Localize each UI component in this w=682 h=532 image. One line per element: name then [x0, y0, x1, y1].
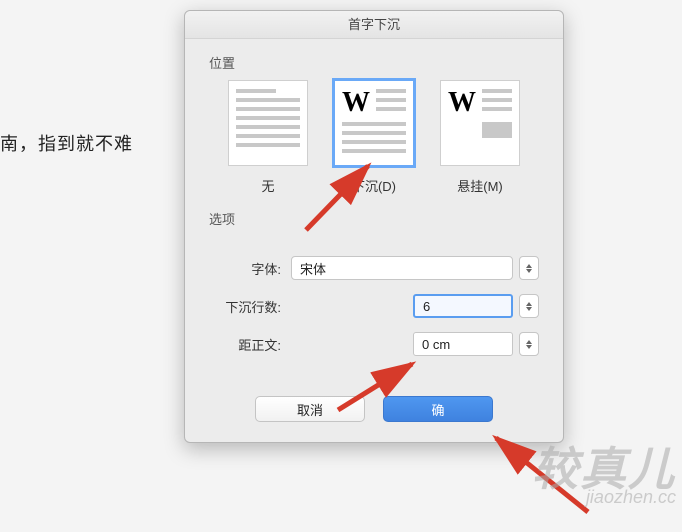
distance-row: 距正文: 0 cm — [209, 332, 539, 356]
font-row: 字体: 宋体 — [209, 256, 539, 280]
distance-stepper[interactable] — [519, 332, 539, 356]
distance-label: 距正文: — [209, 335, 285, 354]
lines-row: 下沉行数: 6 — [209, 294, 539, 318]
section-options-label: 选项 — [209, 209, 563, 228]
ok-button[interactable]: 确 — [383, 396, 493, 422]
lines-input[interactable]: 6 — [413, 294, 513, 318]
position-drop-label: 下沉(D) — [334, 176, 414, 195]
cancel-button[interactable]: 取消 — [255, 396, 365, 422]
position-none-label: 无 — [228, 176, 308, 195]
font-dropdown-button[interactable] — [519, 256, 539, 280]
position-none[interactable]: 无 — [228, 80, 308, 195]
dialog-buttons: 取消 确 — [185, 382, 563, 442]
thumb-hanging-icon: W — [440, 80, 520, 166]
thumb-drop-icon: W — [334, 80, 414, 166]
annotation-arrow-icon — [478, 430, 598, 520]
options-panel: 字体: 宋体 下沉行数: 6 距正文: 0 cm — [185, 236, 563, 382]
watermark: 较真儿 jiaozhen.cc — [532, 446, 676, 506]
lines-label: 下沉行数: — [209, 297, 285, 316]
font-combo[interactable]: 宋体 — [291, 256, 513, 280]
section-position-label: 位置 — [209, 53, 563, 72]
position-hanging-label: 悬挂(M) — [440, 176, 520, 195]
thumb-none-icon — [228, 80, 308, 166]
position-hanging[interactable]: W 悬挂(M) — [440, 80, 520, 195]
drop-cap-dialog: 首字下沉 位置 无 W 下沉(D) — [184, 10, 564, 443]
dialog-title: 首字下沉 — [185, 11, 563, 39]
position-drop[interactable]: W 下沉(D) — [334, 80, 414, 195]
watermark-pinyin: jiaozhen.cc — [532, 488, 676, 506]
document-body-text: 南，指到就不难 — [0, 130, 133, 156]
watermark-cn: 较真儿 — [532, 446, 676, 492]
distance-input[interactable]: 0 cm — [413, 332, 513, 356]
lines-stepper[interactable] — [519, 294, 539, 318]
position-options: 无 W 下沉(D) W — [185, 80, 563, 195]
font-label: 字体: — [209, 259, 285, 278]
